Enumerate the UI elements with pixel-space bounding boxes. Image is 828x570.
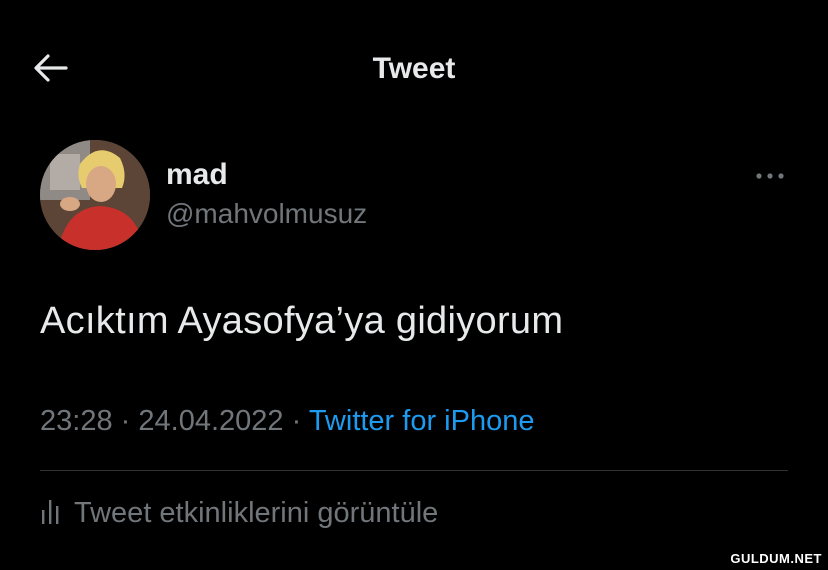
activity-label: Tweet etkinliklerini görüntüle [74, 497, 439, 529]
author-handle[interactable]: @mahvolmusuz [166, 198, 367, 230]
avatar[interactable] [40, 140, 150, 250]
tweet-date[interactable]: 24.04.2022 [138, 405, 283, 437]
page-title: Tweet [372, 52, 456, 85]
tweet-time[interactable]: 23:28 [40, 405, 113, 437]
tweet-text: Acıktım Ayasofya’ya gidiyorum [40, 300, 564, 342]
meta-separator: · [291, 405, 302, 437]
analytics-icon [40, 496, 62, 531]
tweet-source-link[interactable]: Twitter for iPhone [309, 405, 535, 437]
view-tweet-activity-link[interactable]: Tweet etkinliklerini görüntüle [40, 496, 438, 531]
more-dots-icon [755, 167, 785, 185]
more-options-button[interactable] [750, 162, 790, 190]
meta-separator: · [120, 405, 131, 437]
divider [40, 470, 788, 471]
watermark: GULDUM.NET [730, 551, 822, 566]
author-display-name[interactable]: mad [166, 158, 228, 192]
tweet-meta: 23:28 · 24.04.2022 · Twitter for iPhone [40, 405, 534, 438]
